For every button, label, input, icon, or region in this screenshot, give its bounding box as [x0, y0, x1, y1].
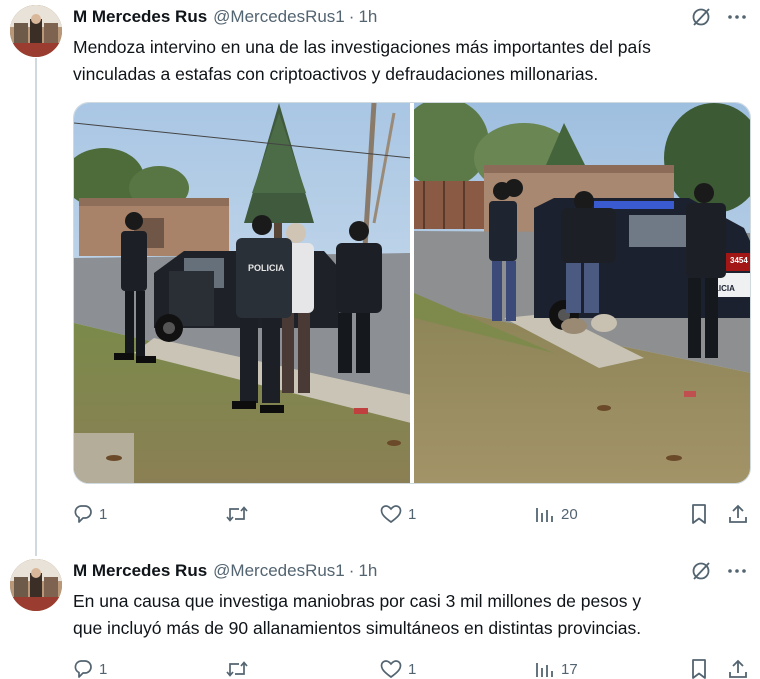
photo-police-car[interactable]: LICIA 3454: [414, 103, 750, 483]
thread-line: [35, 58, 37, 548]
tweet-top-actions: [688, 6, 750, 28]
reply-icon: [74, 505, 92, 523]
tweet-header: M Mercedes Rus @MercedesRus1 · 1h: [73, 5, 377, 29]
tweet-text-line: vinculadas a estafas con criptoactivos y…: [73, 64, 599, 84]
tweet-text-line: que incluyó más de 90 allanamientos simu…: [73, 618, 642, 638]
tweet-text-line: En una causa que investiga maniobras por…: [73, 591, 642, 611]
avatar[interactable]: [10, 559, 62, 611]
like-button[interactable]: 1: [380, 500, 416, 528]
bookmark-icon: [692, 659, 706, 679]
more-icon[interactable]: [724, 560, 750, 582]
author-handle[interactable]: @MercedesRus1: [213, 7, 345, 27]
like-count: 1: [408, 505, 417, 523]
bookmark-button[interactable]: [690, 500, 708, 528]
bookmark-button[interactable]: [690, 655, 708, 679]
views-count: 17: [561, 660, 578, 678]
tweet-text-line: Mendoza intervino en una de las investig…: [73, 37, 651, 57]
tweet-text: En una causa que investiga maniobras por…: [73, 588, 743, 642]
like-count: 1: [408, 660, 417, 678]
police-vest-label: POLICIA: [248, 263, 285, 273]
grok-icon[interactable]: [688, 6, 714, 28]
share-button[interactable]: [728, 655, 748, 679]
views-icon: [536, 508, 553, 522]
separator-dot: ·: [348, 7, 355, 26]
reply-count: 1: [99, 660, 108, 678]
reply-button[interactable]: 1: [73, 500, 107, 528]
share-button[interactable]: [728, 500, 748, 528]
thread-line: [35, 548, 37, 556]
share-icon: [729, 504, 747, 523]
avatar[interactable]: [10, 5, 62, 57]
timestamp[interactable]: 1h: [358, 561, 377, 581]
views-icon: [536, 663, 553, 677]
retweet-button[interactable]: [225, 500, 255, 528]
views-count: 20: [561, 505, 578, 523]
reply-icon: [74, 660, 92, 678]
grok-icon[interactable]: [688, 560, 714, 582]
tweet-actions: 1 1 17: [73, 655, 753, 679]
photo-police-arrest[interactable]: POLICIA: [74, 103, 410, 483]
tweet-media: POLICIA LICIA 3454: [73, 102, 751, 484]
tweet-top-actions: [688, 560, 750, 582]
views-button[interactable]: 20: [535, 500, 578, 528]
like-icon: [380, 660, 402, 679]
like-button[interactable]: 1: [380, 655, 416, 679]
separator-dot: ·: [348, 561, 355, 580]
tweet-actions: 1 1 20: [73, 500, 753, 528]
tweet-text: Mendoza intervino en una de las investig…: [73, 34, 743, 88]
author-name[interactable]: M Mercedes Rus: [73, 561, 207, 581]
tweet-header: M Mercedes Rus @MercedesRus1 · 1h: [73, 559, 377, 583]
car-number-label: 3454: [730, 256, 748, 265]
retweet-icon: [226, 506, 248, 522]
timestamp[interactable]: 1h: [358, 7, 377, 27]
retweet-button[interactable]: [225, 655, 255, 679]
views-button[interactable]: 17: [535, 655, 578, 679]
more-icon[interactable]: [724, 6, 750, 28]
tweet-1[interactable]: M Mercedes Rus @MercedesRus1 · 1h Mendoz…: [0, 0, 760, 548]
author-handle[interactable]: @MercedesRus1: [213, 561, 345, 581]
tweet-2[interactable]: M Mercedes Rus @MercedesRus1 · 1h En una…: [0, 548, 760, 679]
author-name[interactable]: M Mercedes Rus: [73, 7, 207, 27]
reply-count: 1: [99, 505, 108, 523]
retweet-icon: [226, 661, 248, 677]
bookmark-icon: [692, 504, 706, 524]
like-icon: [380, 505, 402, 524]
reply-button[interactable]: 1: [73, 655, 107, 679]
share-icon: [729, 659, 747, 678]
